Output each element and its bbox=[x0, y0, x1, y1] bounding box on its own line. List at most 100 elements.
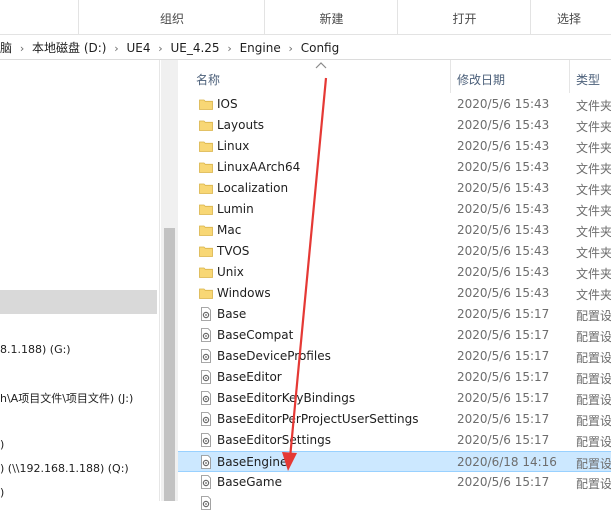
file-name: LinuxAArch64 bbox=[217, 160, 301, 174]
table-row[interactable]: Linux 2020/5/6 15:43 文件夹 bbox=[178, 136, 611, 157]
table-row[interactable]: Lumin 2020/5/6 15:43 文件夹 bbox=[178, 199, 611, 220]
file-modified-date: 2020/5/6 15:43 bbox=[457, 265, 550, 279]
file-name: BaseEditor bbox=[217, 370, 282, 384]
table-row[interactable]: Base 2020/5/6 15:17 配置设 bbox=[178, 304, 611, 325]
file-type: 文件夹 bbox=[576, 225, 611, 239]
file-type: 配置设 bbox=[576, 330, 611, 344]
config-file-icon bbox=[199, 307, 213, 321]
column-divider[interactable] bbox=[450, 60, 451, 93]
file-type: 配置设 bbox=[576, 309, 611, 323]
table-row[interactable]: BaseDeviceProfiles 2020/5/6 15:17 配置设 bbox=[178, 346, 611, 367]
ribbon-group-organize[interactable]: 组织 bbox=[78, 0, 265, 34]
table-row[interactable]: TVOS 2020/5/6 15:43 文件夹 bbox=[178, 241, 611, 262]
file-type: 文件夹 bbox=[576, 162, 611, 176]
ribbon-group-select[interactable]: 选择 bbox=[530, 0, 611, 34]
table-row[interactable]: BaseEditorPerProjectUserSettings 2020/5/6… bbox=[178, 409, 611, 430]
column-header-row: 名称 修改日期 类型 bbox=[178, 60, 611, 93]
table-row[interactable]: IOS 2020/5/6 15:43 文件夹 bbox=[178, 94, 611, 115]
column-divider[interactable] bbox=[569, 60, 570, 93]
file-list: 名称 修改日期 类型 IOS 2020/5/6 15:43 文件夹 Layouts 20… bbox=[178, 60, 611, 510]
breadcrumb-item-engine[interactable]: Engine bbox=[237, 41, 284, 55]
file-name: BaseGame bbox=[217, 475, 282, 489]
file-type: 配置设 bbox=[576, 372, 611, 386]
chevron-right-icon[interactable]: › bbox=[223, 42, 237, 55]
nav-scrollbar-thumb[interactable] bbox=[164, 228, 175, 501]
breadcrumb-item-config[interactable]: Config bbox=[298, 41, 343, 55]
file-type: 配置设 bbox=[576, 414, 611, 428]
file-type: 文件夹 bbox=[576, 120, 611, 134]
folder-icon bbox=[199, 181, 213, 195]
file-modified-date: 2020/5/6 15:17 bbox=[457, 433, 550, 447]
chevron-right-icon[interactable]: › bbox=[153, 42, 167, 55]
chevron-right-icon[interactable]: › bbox=[15, 42, 29, 55]
chevron-right-icon[interactable]: › bbox=[109, 42, 123, 55]
nav-item[interactable]: ) bbox=[0, 486, 4, 499]
column-header-date[interactable]: 修改日期 bbox=[457, 71, 505, 88]
nav-item-drive-j[interactable]: h\A项目文件\项目文件) (J:) bbox=[0, 390, 133, 406]
table-row[interactable]: BaseCompat 2020/5/6 15:17 配置设 bbox=[178, 325, 611, 346]
config-file-icon bbox=[199, 412, 213, 426]
ribbon-group-new[interactable]: 新建 bbox=[264, 0, 398, 34]
config-file-icon bbox=[199, 370, 213, 384]
file-name: Windows bbox=[217, 286, 271, 300]
table-row[interactable] bbox=[178, 493, 611, 514]
file-name: BaseEditorSettings bbox=[217, 433, 331, 447]
address-bar[interactable]: 脑 › 本地磁盘 (D:) › UE4 › UE_4.25 › Engine › Config bbox=[0, 35, 611, 60]
table-row[interactable]: Localization 2020/5/6 15:43 文件夹 bbox=[178, 178, 611, 199]
table-row[interactable]: Mac 2020/5/6 15:43 文件夹 bbox=[178, 220, 611, 241]
nav-item-drive-g[interactable]: 8.1.188) (G:) bbox=[0, 343, 71, 356]
file-type: 文件夹 bbox=[576, 288, 611, 302]
file-name: TVOS bbox=[217, 244, 250, 258]
nav-scrollbar[interactable] bbox=[161, 60, 178, 501]
table-row[interactable]: Unix 2020/5/6 15:43 文件夹 bbox=[178, 262, 611, 283]
file-name: BaseDeviceProfiles bbox=[217, 349, 331, 363]
table-row[interactable]: BaseEditorKeyBindings 2020/5/6 15:17 配置设 bbox=[178, 388, 611, 409]
table-row[interactable]: Layouts 2020/5/6 15:43 文件夹 bbox=[178, 115, 611, 136]
table-row[interactable]: Windows 2020/5/6 15:43 文件夹 bbox=[178, 283, 611, 304]
table-row-selected[interactable]: BaseEngine 2020/6/18 14:16 配置设 bbox=[178, 451, 611, 472]
file-type: 配置设 bbox=[576, 457, 611, 471]
breadcrumb: 脑 › 本地磁盘 (D:) › UE4 › UE_4.25 › Engine › Config bbox=[0, 39, 342, 56]
table-row[interactable]: BaseGame 2020/5/6 15:17 配置设 bbox=[178, 472, 611, 493]
file-modified-date: 2020/5/6 15:43 bbox=[457, 202, 550, 216]
table-row[interactable]: LinuxAArch64 2020/5/6 15:43 文件夹 bbox=[178, 157, 611, 178]
file-modified-date: 2020/5/6 15:43 bbox=[457, 286, 550, 300]
config-file-icon bbox=[199, 455, 213, 469]
ribbon: 组织 新建 打开 选择 bbox=[0, 0, 611, 35]
nav-item-drive-q[interactable]: ) (\\192.168.1.188) (Q:) bbox=[0, 462, 129, 475]
ribbon-group-label: 组织 bbox=[159, 12, 184, 26]
chevron-right-icon[interactable]: › bbox=[284, 42, 298, 55]
folder-icon bbox=[199, 139, 213, 153]
breadcrumb-item-ue425[interactable]: UE_4.25 bbox=[167, 41, 222, 55]
config-file-icon bbox=[199, 349, 213, 363]
ribbon-group-open[interactable]: 打开 bbox=[397, 0, 531, 34]
file-modified-date: 2020/5/6 15:43 bbox=[457, 118, 550, 132]
breadcrumb-item-computer[interactable]: 脑 bbox=[0, 39, 15, 56]
breadcrumb-item-ue4[interactable]: UE4 bbox=[123, 41, 153, 55]
file-modified-date: 2020/5/6 15:17 bbox=[457, 328, 550, 342]
file-name: Mac bbox=[217, 223, 242, 237]
nav-item[interactable]: ) bbox=[0, 438, 4, 451]
file-type: 配置设 bbox=[576, 351, 611, 365]
file-name: Layouts bbox=[217, 118, 265, 132]
column-header-type[interactable]: 类型 bbox=[576, 71, 600, 88]
file-type: 文件夹 bbox=[576, 246, 611, 260]
column-header-name[interactable]: 名称 bbox=[196, 71, 220, 88]
breadcrumb-item-drive-d[interactable]: 本地磁盘 (D:) bbox=[29, 39, 109, 56]
config-file-icon bbox=[199, 475, 213, 489]
file-modified-date: 2020/5/6 15:17 bbox=[457, 391, 550, 405]
file-type: 配置设 bbox=[576, 435, 611, 449]
file-modified-date: 2020/5/6 15:17 bbox=[457, 307, 550, 321]
ribbon-group-label: 打开 bbox=[452, 12, 477, 26]
file-name: BaseEngine bbox=[217, 455, 288, 469]
file-modified-date: 2020/5/6 15:43 bbox=[457, 139, 550, 153]
folder-icon bbox=[199, 97, 213, 111]
file-name: BaseEditorPerProjectUserSettings bbox=[217, 412, 419, 426]
table-row[interactable]: BaseEditorSettings 2020/5/6 15:17 配置设 bbox=[178, 430, 611, 451]
table-row[interactable]: BaseEditor 2020/5/6 15:17 配置设 bbox=[178, 367, 611, 388]
ribbon-group-label: 新建 bbox=[319, 12, 344, 26]
nav-selected-item[interactable] bbox=[0, 290, 157, 314]
file-type: 配置设 bbox=[576, 393, 611, 407]
config-file-icon bbox=[199, 496, 213, 510]
file-modified-date: 2020/5/6 15:43 bbox=[457, 244, 550, 258]
